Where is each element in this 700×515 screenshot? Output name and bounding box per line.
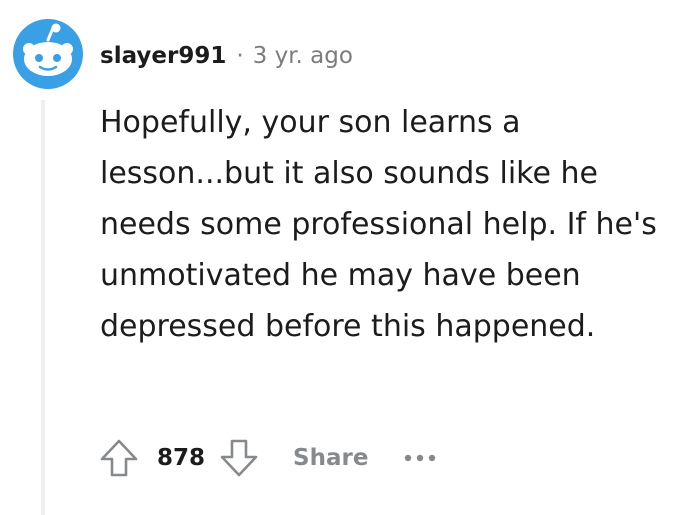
upvote-button[interactable] (95, 434, 143, 482)
username-link[interactable]: slayer991 (100, 43, 226, 69)
timestamp[interactable]: 3 yr. ago (253, 43, 353, 69)
meta-separator: · (236, 43, 244, 69)
vote-score: 878 (157, 445, 206, 471)
comment: slayer991 · 3 yr. ago Hopefully, your so… (0, 0, 700, 515)
thread-line[interactable] (41, 100, 45, 515)
comment-actions: 878 Share (95, 432, 446, 484)
upvote-arrow-icon (100, 439, 138, 477)
more-options-icon (405, 454, 436, 462)
snoo-avatar-icon[interactable] (12, 18, 84, 90)
share-button[interactable]: Share (293, 445, 368, 471)
more-options-button[interactable] (402, 446, 446, 470)
downvote-arrow-icon (220, 439, 258, 477)
downvote-button[interactable] (215, 434, 263, 482)
comment-body: Hopefully, your son learns a lesson...bu… (100, 105, 657, 344)
comment-meta: slayer991 · 3 yr. ago (100, 36, 353, 76)
